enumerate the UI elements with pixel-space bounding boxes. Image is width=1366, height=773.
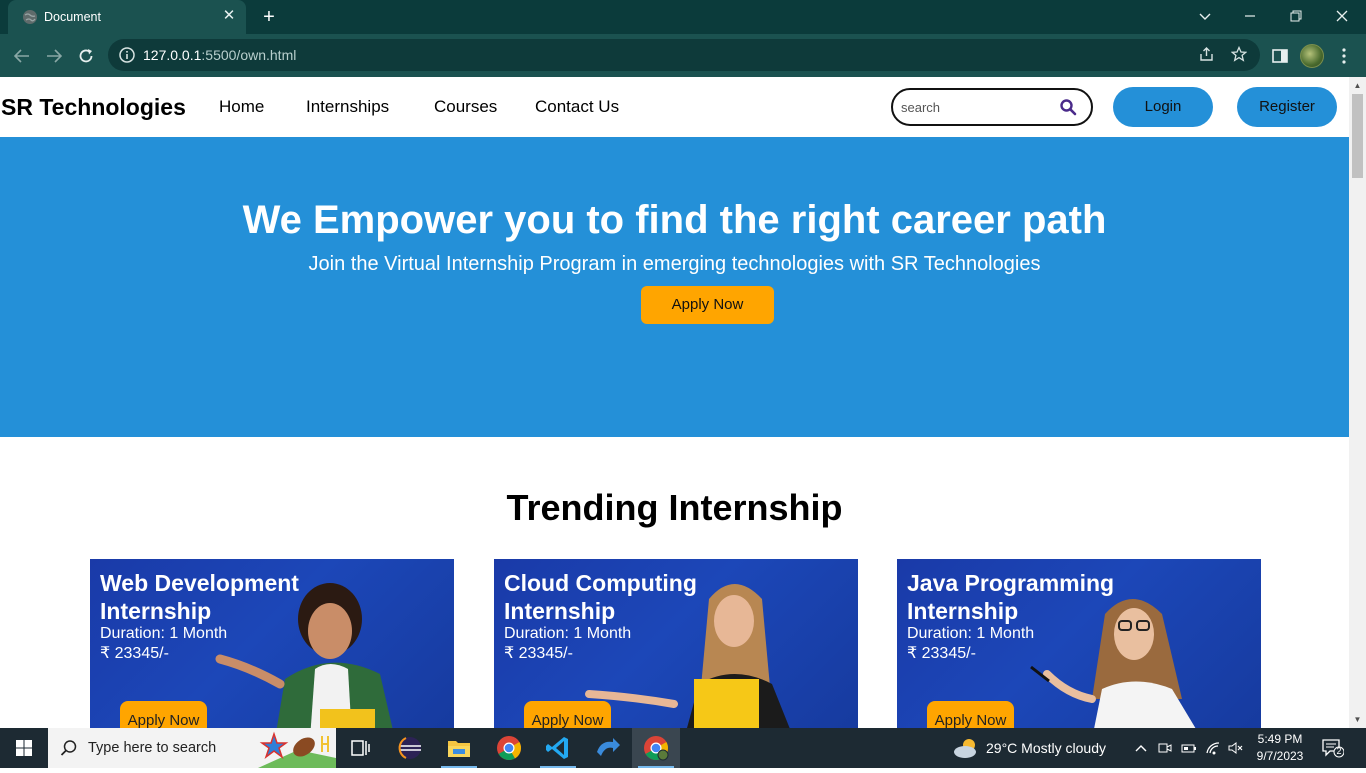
site-info-icon[interactable] (118, 46, 136, 64)
taskbar-search-placeholder: Type here to search (88, 740, 217, 756)
browser-tab[interactable]: Document ✕ (8, 0, 246, 34)
card-title: Cloud Computing Internship (504, 570, 697, 624)
login-button[interactable]: Login (1113, 87, 1213, 127)
url-text: 127.0.0.1:5500/own.html (143, 47, 296, 63)
vscode-app-icon[interactable] (534, 728, 582, 768)
internship-card-cloud-computing[interactable]: Cloud Computing Internship Duration: 1 M… (494, 559, 858, 728)
register-button[interactable]: Register (1237, 87, 1337, 127)
clock-time: 5:49 PM (1257, 732, 1303, 746)
system-clock[interactable]: 5:49 PM 9/7/2023 (1250, 731, 1310, 765)
share-icon[interactable] (1198, 46, 1216, 64)
card-price: ₹ 23345/- (504, 645, 573, 662)
nav-home[interactable]: Home (219, 97, 264, 117)
windows-start-button[interactable] (0, 728, 48, 768)
search-icon[interactable] (1059, 98, 1077, 116)
globe-icon (23, 10, 37, 24)
nav-internships[interactable]: Internships (306, 97, 389, 117)
scroll-down-arrow-icon[interactable]: ▼ (1349, 711, 1366, 728)
nav-courses[interactable]: Courses (434, 97, 497, 117)
task-view-icon[interactable] (336, 728, 384, 768)
hero-subtitle: Join the Virtual Internship Program in e… (308, 253, 1041, 275)
taskbar-search-box[interactable]: Type here to search (48, 728, 336, 768)
chrome-running-icon[interactable] (632, 728, 680, 768)
windows-taskbar: Type here to search 29°C Mostly cloudy 5… (0, 728, 1366, 768)
app-arrow-icon[interactable] (583, 728, 631, 768)
internship-card-java-programming[interactable]: Java Programming Internship Duration: 1 … (897, 559, 1261, 728)
show-hidden-icons-chevron-icon[interactable] (1133, 740, 1149, 756)
nav-contact-us[interactable]: Contact Us (535, 97, 619, 117)
address-bar[interactable]: 127.0.0.1:5500/own.html (108, 39, 1260, 71)
card-title: Java Programming Internship (907, 570, 1115, 624)
browser-tab-strip: Document ✕ + (0, 0, 1366, 34)
weather-text[interactable]: 29°C Mostly cloudy (986, 740, 1106, 756)
site-header: SR Technologies Home Internships Courses… (0, 77, 1349, 137)
tab-search-chevron-icon[interactable] (1193, 5, 1217, 27)
card-price: ₹ 23345/- (100, 645, 169, 662)
more-menu-icon[interactable] (1333, 45, 1355, 67)
battery-icon[interactable] (1181, 740, 1197, 756)
hero-apply-now-button[interactable]: Apply Now (641, 286, 774, 324)
notification-count: 2 (1336, 746, 1342, 756)
meet-now-icon[interactable] (1157, 740, 1173, 756)
internship-card-web-development[interactable]: Web Development Internship Duration: 1 M… (90, 559, 454, 728)
restore-icon[interactable] (1284, 5, 1308, 27)
url-host: 127.0.0.1 (143, 47, 202, 63)
tab-title: Document (44, 10, 101, 24)
close-window-icon[interactable] (1330, 5, 1354, 27)
card-duration: Duration: 1 Month (504, 625, 632, 642)
brand-logo-text[interactable]: SR Technologies (1, 94, 186, 121)
cloudy-weather-icon[interactable] (952, 737, 980, 759)
hero-title: We Empower you to find the right career … (242, 198, 1107, 242)
forward-arrow-icon[interactable] (41, 43, 67, 69)
minimize-icon[interactable] (1238, 5, 1262, 27)
side-panel-icon[interactable] (1269, 45, 1291, 67)
scrollbar-thumb[interactable] (1352, 94, 1363, 178)
site-search-box (891, 88, 1093, 126)
eclipse-app-icon[interactable] (386, 728, 434, 768)
card-duration: Duration: 1 Month (907, 625, 1035, 642)
card-price: ₹ 23345/- (907, 645, 976, 662)
reload-icon[interactable] (73, 43, 99, 69)
profile-avatar[interactable] (1300, 44, 1324, 68)
notification-center-icon[interactable]: 2 (1322, 738, 1345, 758)
search-icon (60, 740, 77, 756)
card-apply-now-button[interactable]: Apply Now (927, 701, 1014, 728)
trending-title: Trending Internship (506, 487, 843, 528)
windows-logo-icon (16, 740, 32, 756)
card-apply-now-button[interactable]: Apply Now (120, 701, 207, 728)
page-viewport: SR Technologies Home Internships Courses… (0, 77, 1349, 728)
chrome-app-icon[interactable] (485, 728, 533, 768)
hero-banner: We Empower you to find the right career … (0, 137, 1349, 437)
url-path: :5500/own.html (201, 47, 297, 63)
clock-date: 9/7/2023 (1256, 749, 1304, 763)
wifi-icon[interactable] (1205, 740, 1221, 756)
card-duration: Duration: 1 Month (100, 625, 228, 642)
scroll-up-arrow-icon[interactable]: ▲ (1349, 77, 1366, 94)
card-apply-now-button[interactable]: Apply Now (524, 701, 611, 728)
file-explorer-icon[interactable] (435, 728, 483, 768)
browser-toolbar: 127.0.0.1:5500/own.html (0, 34, 1366, 77)
close-tab-icon[interactable]: ✕ (220, 7, 238, 25)
search-highlight-illustration-icon (258, 731, 336, 768)
back-arrow-icon[interactable] (9, 43, 35, 69)
new-tab-icon[interactable]: + (258, 6, 280, 28)
page-scrollbar[interactable]: ▲ ▼ (1349, 77, 1366, 728)
site-search-input[interactable] (901, 98, 1051, 116)
bookmark-star-icon[interactable] (1230, 45, 1248, 64)
volume-muted-icon[interactable] (1228, 740, 1244, 756)
card-title: Web Development Internship (100, 570, 299, 624)
